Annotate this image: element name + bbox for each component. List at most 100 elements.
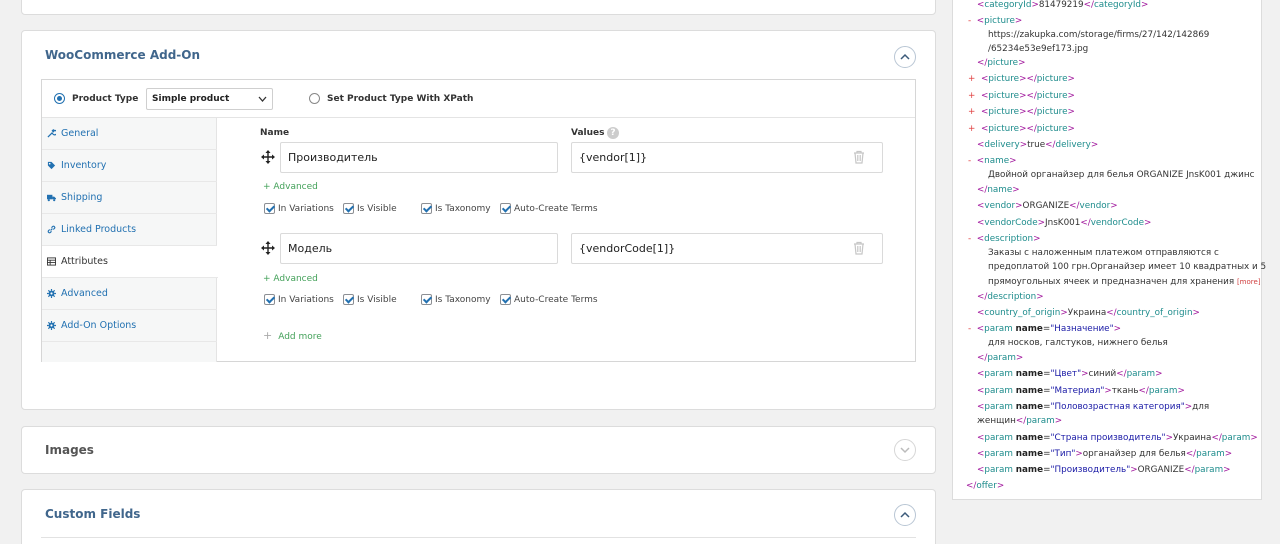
- attribute-value-input[interactable]: {vendor[1]}: [571, 142, 883, 173]
- xml-tag: vendor: [984, 201, 1016, 211]
- checkbox-box: [500, 203, 511, 214]
- move-icon[interactable]: [261, 150, 275, 164]
- xml-line-param-cont: женщин</param>: [977, 416, 1063, 426]
- expand-icon[interactable]: +: [968, 124, 975, 134]
- xml-tag: delivery: [1055, 140, 1091, 150]
- tab-inventory[interactable]: Inventory: [42, 150, 217, 182]
- xml-line-description-open[interactable]: - <description>: [968, 233, 1040, 245]
- xml-line-picture-close: </picture>: [977, 58, 1026, 68]
- is-visible-checkbox[interactable]: Is Visible: [343, 203, 397, 214]
- trash-icon[interactable]: [853, 241, 865, 255]
- collapse-icon[interactable]: -: [968, 156, 971, 166]
- xml-line-empty-picture[interactable]: + <picture></picture>: [968, 90, 1075, 102]
- product-type-row: Product Type Simple product Set Product …: [42, 80, 915, 118]
- xml-line-description-text: Заказы с наложенным платежом отправляютс…: [988, 248, 1219, 258]
- xml-tag: param: [984, 465, 1013, 475]
- checkbox-box: [264, 203, 275, 214]
- xml-line-name-open[interactable]: - <name>: [968, 155, 1016, 167]
- tab-linked-products[interactable]: Linked Products: [42, 214, 217, 246]
- xml-line-empty-picture[interactable]: + <picture></picture>: [968, 106, 1075, 118]
- collapse-toggle-button[interactable]: [894, 504, 916, 526]
- attribute-value-input[interactable]: {vendorCode[1]}: [571, 233, 883, 264]
- in-variations-checkbox[interactable]: In Variations: [264, 203, 334, 214]
- add-more-label: Add more: [278, 332, 322, 342]
- product-type-value: Simple product: [152, 94, 230, 104]
- expand-toggle-button[interactable]: [894, 439, 916, 461]
- tab-advanced[interactable]: Advanced: [42, 278, 217, 310]
- advanced-link[interactable]: + Advanced: [263, 274, 318, 284]
- tab-general[interactable]: General: [42, 118, 217, 150]
- xml-text: органайзер для белья: [1082, 449, 1186, 459]
- collapse-icon[interactable]: -: [968, 234, 971, 244]
- trash-icon[interactable]: [853, 150, 865, 164]
- xml-text: Украина: [1067, 308, 1107, 318]
- xml-line-empty-picture[interactable]: + <picture></picture>: [968, 123, 1075, 135]
- xml-line-empty-picture[interactable]: + <picture></picture>: [968, 73, 1075, 85]
- xml-line-country: <country_of_origin>Украина</country_of_o…: [977, 308, 1200, 318]
- xml-tag: vendor: [1079, 201, 1111, 211]
- collapse-icon[interactable]: -: [968, 324, 971, 334]
- xml-tag: param: [1196, 449, 1225, 459]
- tab-addon-options[interactable]: Add-On Options: [42, 310, 217, 342]
- xml-line-vendor: <vendor>ORGANIZE</vendor>: [977, 201, 1118, 211]
- auto-create-terms-checkbox[interactable]: Auto-Create Terms: [500, 203, 598, 214]
- xml-attr: name: [1015, 386, 1044, 396]
- xpath-radio[interactable]: [309, 93, 320, 104]
- tab-label: Attributes: [61, 256, 108, 267]
- xml-text: Украина: [1172, 433, 1212, 443]
- xml-attr: name: [1015, 402, 1044, 412]
- help-icon[interactable]: ?: [607, 127, 619, 139]
- expand-icon[interactable]: +: [968, 107, 975, 117]
- xml-line-picture-url: /65234e53e9ef173.jpg: [988, 44, 1089, 54]
- xml-tag: offer: [976, 481, 997, 491]
- collapse-toggle-button[interactable]: [894, 46, 916, 68]
- xml-tag: param: [984, 433, 1013, 443]
- xml-text: ORGANIZE: [1022, 201, 1070, 211]
- checkbox-label: In Variations: [278, 294, 334, 305]
- xml-tag: picture: [984, 16, 1015, 26]
- product-data-box: Product Type Simple product Set Product …: [41, 79, 916, 362]
- expand-icon[interactable]: +: [968, 91, 975, 101]
- xml-attr-value: Тип: [1054, 449, 1072, 459]
- expand-icon[interactable]: +: [968, 74, 975, 84]
- product-type-radio[interactable]: [54, 93, 65, 104]
- truck-icon: [47, 194, 56, 202]
- more-link[interactable]: [more]: [1237, 278, 1261, 286]
- xml-tag: name: [987, 185, 1013, 195]
- xml-tag: param: [1194, 465, 1224, 475]
- xml-line-param-open[interactable]: - <param name="Назначение">: [968, 323, 1121, 335]
- is-taxonomy-checkbox[interactable]: Is Taxonomy: [421, 203, 491, 214]
- xml-line-delivery: <delivery>true</delivery>: [977, 140, 1099, 150]
- add-more-link[interactable]: + Add more: [263, 329, 322, 342]
- xml-tag: picture: [1036, 107, 1068, 117]
- attribute-name-input[interactable]: Производитель: [280, 142, 558, 173]
- xml-tag: picture: [1036, 74, 1068, 84]
- advanced-link[interactable]: + Advanced: [263, 182, 318, 192]
- tab-label: Add-On Options: [61, 320, 137, 331]
- tab-attributes[interactable]: Attributes: [42, 246, 218, 278]
- images-title[interactable]: Images: [45, 443, 94, 457]
- xml-attr-value: Цвет: [1054, 369, 1078, 379]
- product-tabs: General Inventory Shipping Linked Produc…: [42, 118, 218, 362]
- in-variations-checkbox[interactable]: In Variations: [264, 294, 334, 305]
- tab-label: Advanced: [61, 288, 108, 299]
- xml-attr: name: [1015, 449, 1044, 459]
- checkbox-label: Is Taxonomy: [435, 203, 491, 214]
- is-visible-checkbox[interactable]: Is Visible: [343, 294, 397, 305]
- checkbox-label: Is Taxonomy: [435, 294, 491, 305]
- xml-line-offer-close: </offer>: [966, 481, 1005, 491]
- tab-shipping[interactable]: Shipping: [42, 182, 217, 214]
- xml-line-param: <param name="Половозрастная категория">д…: [977, 402, 1210, 412]
- xml-text: true: [1027, 140, 1046, 150]
- table-icon: [47, 257, 56, 266]
- is-taxonomy-checkbox[interactable]: Is Taxonomy: [421, 294, 491, 305]
- xml-line-picture-open[interactable]: - <picture>: [968, 15, 1022, 27]
- product-type-select[interactable]: Simple product: [146, 88, 273, 110]
- collapse-icon[interactable]: -: [968, 16, 971, 26]
- auto-create-terms-checkbox[interactable]: Auto-Create Terms: [500, 294, 598, 305]
- move-icon[interactable]: [261, 241, 275, 255]
- tab-label: Linked Products: [61, 224, 137, 235]
- attribute-name-input[interactable]: Модель: [280, 233, 558, 264]
- xml-text: женщин: [977, 416, 1016, 426]
- chevron-up-icon: [900, 53, 910, 60]
